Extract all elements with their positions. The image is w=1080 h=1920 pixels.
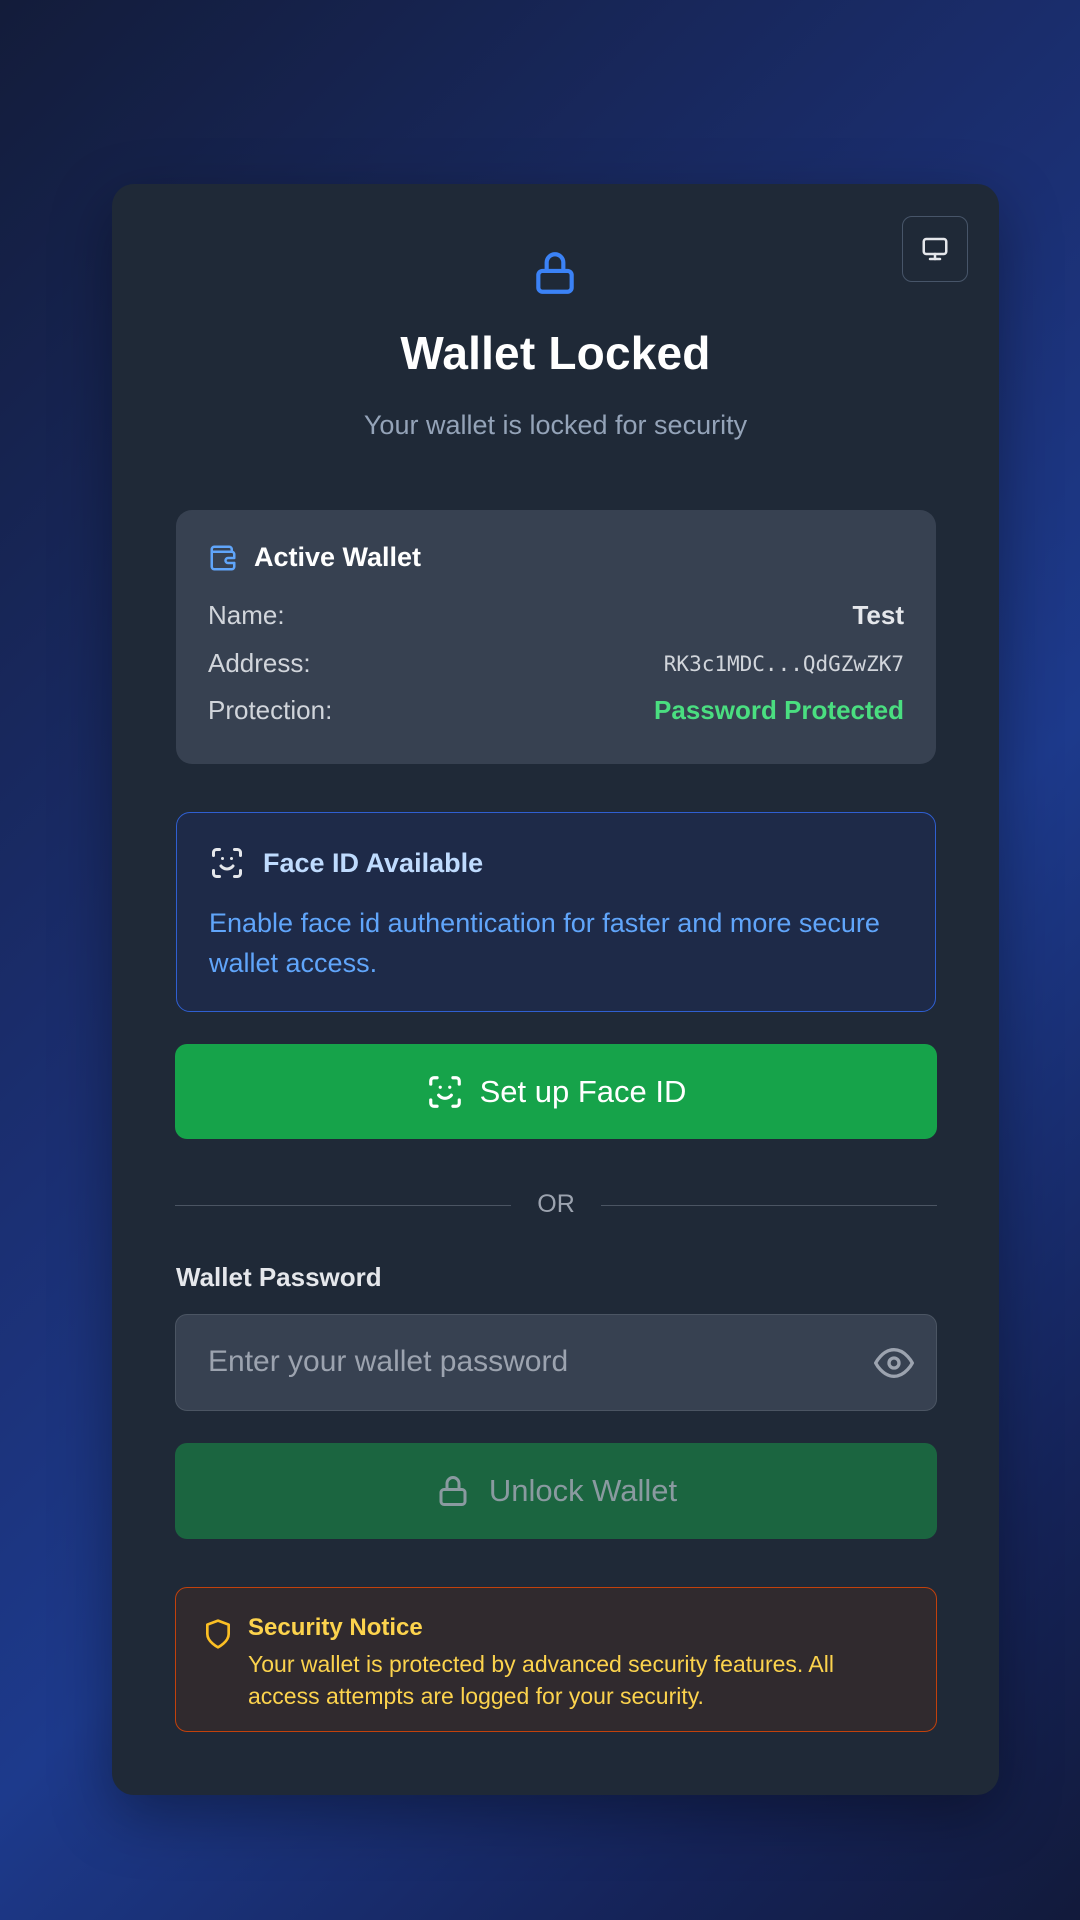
face-id-icon [428,1075,461,1108]
unlock-wallet-button[interactable]: Unlock Wallet [175,1443,937,1539]
page-title: Wallet Locked [400,327,711,379]
active-wallet-label: Active Wallet [254,542,422,572]
password-label: Wallet Password [176,1262,382,1292]
security-notice: Security Notice Your wallet is protected… [175,1587,937,1732]
setup-face-id-label: Set up Face ID [479,1073,687,1109]
wallet-address-value: RK3c1MDC...QdGZwZK7 [663,651,904,676]
lock-card: Wallet Locked Your wallet is locked for … [112,184,999,1795]
wallet-protection-row: Protection: Password Protected [208,695,904,726]
wallet-name-label: Name: [208,600,285,630]
lock-icon [536,252,574,294]
wallet-name-value: Test [852,600,904,630]
security-notice-text: Your wallet is protected by advanced sec… [248,1651,834,1709]
password-field [175,1314,937,1411]
shield-icon [206,1619,230,1649]
active-wallet-panel: Active Wallet Name: Test Address: RK3c1M… [176,510,936,764]
eye-icon[interactable] [874,1343,914,1383]
security-notice-title: Security Notice [248,1614,423,1641]
or-divider: OR [175,1190,937,1220]
face-id-heading: Face ID Available [209,845,483,881]
wallet-protection-value: Password Protected [654,695,904,725]
wallet-address-row: Address: RK3c1MDC...QdGZwZK7 [208,648,904,679]
password-input[interactable] [176,1315,836,1409]
face-id-panel: Face ID Available Enable face id authent… [176,812,936,1012]
page-subtitle: Your wallet is locked for security [363,410,748,440]
display-mode-button[interactable] [902,216,968,282]
setup-face-id-button[interactable]: Set up Face ID [175,1044,937,1139]
face-id-title: Face ID Available [263,847,484,878]
divider-label: OR [537,1190,575,1218]
monitor-icon [922,237,948,261]
wallet-address-label: Address: [208,648,311,678]
wallet-icon [210,545,236,570]
active-wallet-heading: Active Wallet [208,542,421,573]
face-id-description: Enable face id authentication for faster… [209,908,880,978]
lock-icon [439,1476,467,1506]
unlock-wallet-label: Unlock Wallet [488,1473,678,1508]
wallet-name-row: Name: Test [208,600,904,631]
face-id-icon [212,848,242,878]
wallet-protection-label: Protection: [208,695,333,725]
